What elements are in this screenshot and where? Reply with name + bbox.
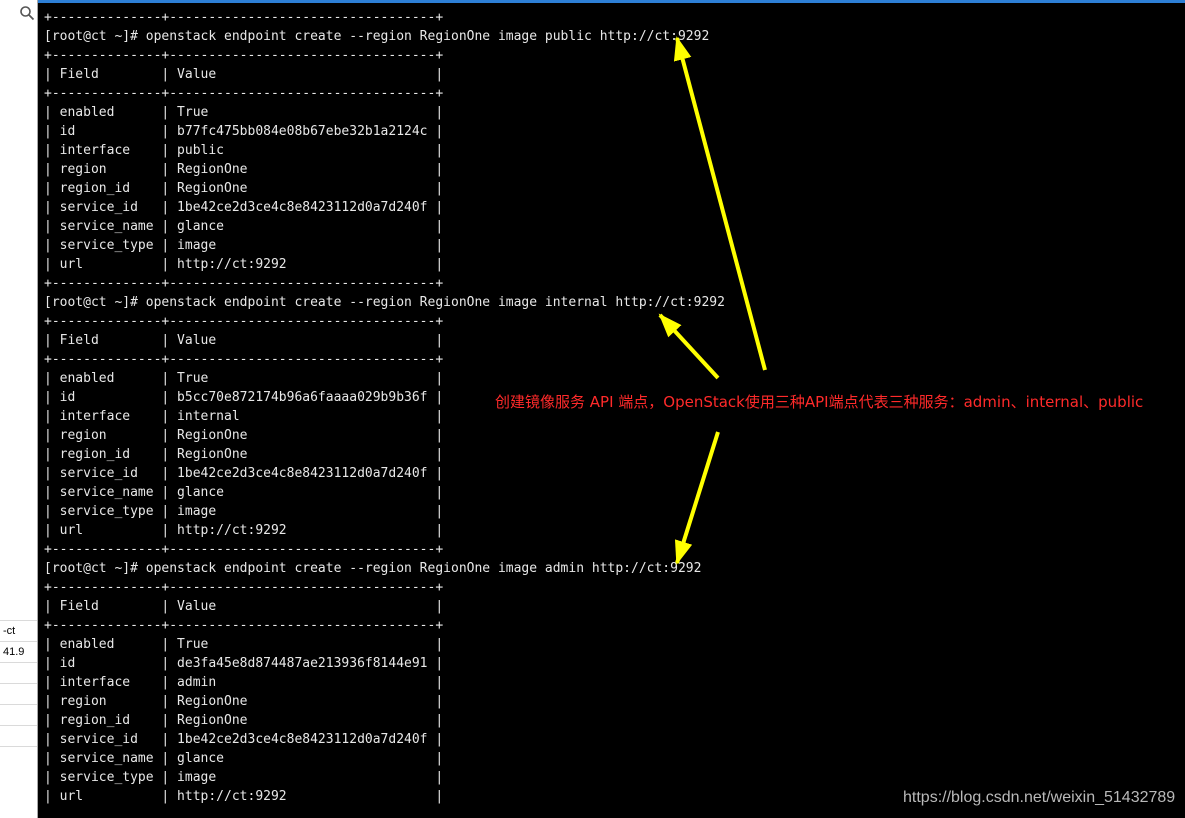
terminal-line: | url | http://ct:9292 | bbox=[44, 523, 444, 538]
terminal-line: | service_name | glance | bbox=[44, 485, 444, 500]
terminal-line: | Field | Value | bbox=[44, 599, 444, 614]
terminal-line: +--------------+------------------------… bbox=[44, 10, 444, 25]
terminal-line: | region | RegionOne | bbox=[44, 428, 444, 443]
panel-row[interactable] bbox=[0, 684, 37, 705]
terminal-line: | enabled | True | bbox=[44, 105, 444, 120]
terminal-line: +--------------+------------------------… bbox=[44, 276, 444, 291]
panel-row[interactable]: -ct bbox=[0, 621, 37, 642]
terminal-line: [root@ct ~]# openstack endpoint create -… bbox=[44, 295, 725, 310]
terminal-line: | service_name | glance | bbox=[44, 751, 444, 766]
panel-row[interactable] bbox=[0, 726, 37, 747]
terminal-line: | url | http://ct:9292 | bbox=[44, 789, 444, 804]
panel-row[interactable] bbox=[0, 600, 37, 621]
terminal-line: +--------------+------------------------… bbox=[44, 542, 444, 557]
terminal-line: | region_id | RegionOne | bbox=[44, 181, 444, 196]
terminal-line: +--------------+------------------------… bbox=[44, 352, 444, 367]
terminal-line: | Field | Value | bbox=[44, 333, 444, 348]
terminal-line: | region_id | RegionOne | bbox=[44, 713, 444, 728]
terminal-line: | interface | admin | bbox=[44, 675, 444, 690]
terminal-line: +--------------+------------------------… bbox=[44, 48, 444, 63]
watermark: https://blog.csdn.net/weixin_51432789 bbox=[903, 789, 1176, 806]
terminal-line: | enabled | True | bbox=[44, 371, 444, 386]
terminal-line: | region_id | RegionOne | bbox=[44, 447, 444, 462]
terminal-line: | id | b77fc475bb084e08b67ebe32b1a2124c … bbox=[44, 124, 444, 139]
terminal-line: | region | RegionOne | bbox=[44, 162, 444, 177]
terminal-line: | url | http://ct:9292 | bbox=[44, 257, 444, 272]
annotation-text: 创建镜像服务 API 端点，OpenStack使用三种API端点代表三种服务：a… bbox=[495, 393, 1144, 411]
terminal-line: | id | de3fa45e8d874487ae213936f8144e91 … bbox=[44, 656, 444, 671]
terminal-line: +--------------+------------------------… bbox=[44, 86, 444, 101]
terminal-line: | interface | public | bbox=[44, 143, 444, 158]
terminal-line: +--------------+------------------------… bbox=[44, 618, 444, 633]
terminal-line: | service_type | image | bbox=[44, 770, 444, 785]
terminal-line: | service_id | 1be42ce2d3ce4c8e8423112d0… bbox=[44, 466, 444, 481]
terminal-line: [root@ct ~]# openstack endpoint create -… bbox=[44, 561, 702, 576]
terminal-line: | service_type | image | bbox=[44, 238, 444, 253]
terminal-line: | region | RegionOne | bbox=[44, 694, 444, 709]
terminal-line: | service_id | 1be42ce2d3ce4c8e8423112d0… bbox=[44, 732, 444, 747]
panel-row[interactable]: 41.9 bbox=[0, 642, 37, 663]
terminal-line: [root@ct ~]# openstack endpoint create -… bbox=[44, 29, 710, 44]
terminal-line: | service_type | image | bbox=[44, 504, 444, 519]
side-panel: -ct 41.9 bbox=[0, 0, 38, 818]
terminal-line: +--------------+------------------------… bbox=[44, 580, 444, 595]
search-icon[interactable] bbox=[19, 5, 35, 21]
terminal-line: | service_id | 1be42ce2d3ce4c8e8423112d0… bbox=[44, 200, 444, 215]
terminal-line: | enabled | True | bbox=[44, 637, 444, 652]
search-box[interactable] bbox=[0, 2, 36, 24]
terminal-line: | Field | Value | bbox=[44, 67, 444, 82]
panel-row[interactable] bbox=[0, 663, 37, 684]
panel-row[interactable] bbox=[0, 705, 37, 726]
terminal-line: +--------------+------------------------… bbox=[44, 314, 444, 329]
terminal-line: | service_name | glance | bbox=[44, 219, 444, 234]
